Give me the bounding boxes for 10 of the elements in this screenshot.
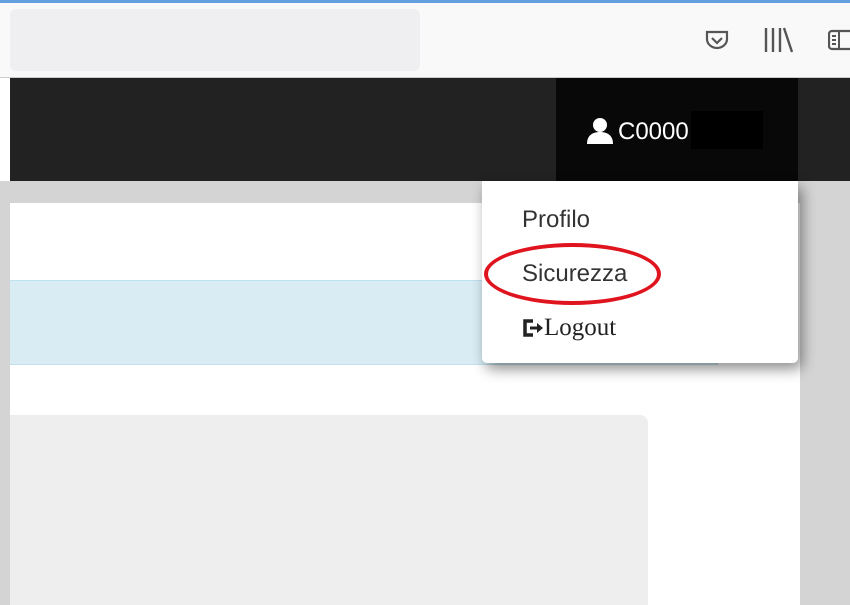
sidebar-icon[interactable] — [828, 29, 850, 51]
menu-item[interactable]: Logout — [482, 305, 798, 351]
library-icon[interactable] — [764, 26, 794, 54]
pocket-icon[interactable] — [704, 29, 730, 51]
user-icon — [586, 116, 614, 144]
menu-item[interactable]: Sicurezza — [484, 243, 662, 305]
username: C0000 — [618, 118, 689, 146]
menu-item[interactable]: Profilo — [482, 197, 798, 243]
user-menu-button[interactable]: C0000 — [556, 78, 798, 181]
logout-icon — [522, 318, 544, 338]
